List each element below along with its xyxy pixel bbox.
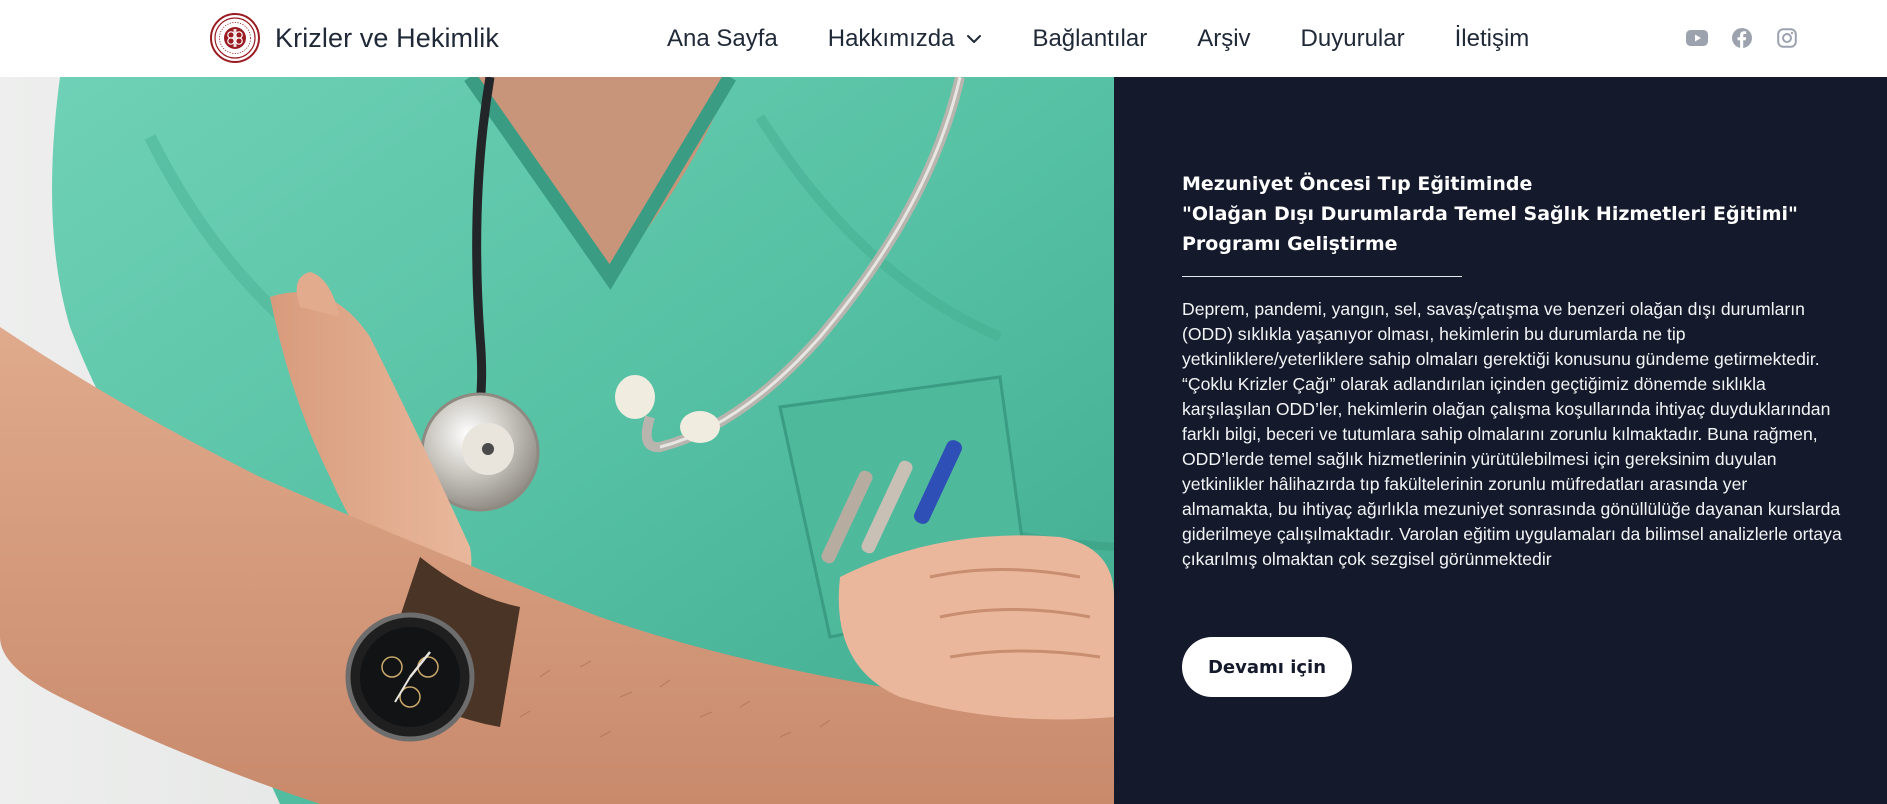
- nav-item-duyurular[interactable]: Duyurular: [1301, 25, 1405, 53]
- read-more-button[interactable]: Devamı için: [1182, 637, 1352, 697]
- nav-item-label: Arşiv: [1197, 24, 1251, 52]
- nav-item-label: İletişim: [1454, 24, 1530, 52]
- doctor-with-stethoscope-photo: [0, 77, 1114, 804]
- brand-home-link[interactable]: Krizler ve Hekimlik: [210, 12, 499, 64]
- hero-title-line: Mezuniyet Öncesi Tıp Eğitiminde: [1182, 173, 1533, 195]
- hero-title-line: Programı Geliştirme: [1182, 233, 1398, 255]
- main-nav: Ana Sayfa Hakkımızda Bağlantılar Arşiv D…: [667, 0, 1529, 77]
- brand-name: Krizler ve Hekimlik: [275, 22, 499, 53]
- social-links: [1685, 26, 1799, 50]
- read-more-label: Devamı için: [1207, 656, 1327, 678]
- hero-description: Deprem, pandemi, yangın, sel, savaş/çatı…: [1182, 299, 1842, 569]
- nav-item-label: Duyurular: [1300, 24, 1405, 52]
- nav-item-ana-sayfa[interactable]: Ana Sayfa: [667, 25, 778, 53]
- hero-text-panel: Mezuniyet Öncesi Tıp Eğitiminde "Olağan …: [1114, 77, 1887, 804]
- chevron-down-icon: [966, 34, 982, 44]
- instagram-icon[interactable]: [1775, 26, 1799, 50]
- nav-item-arsiv[interactable]: Arşiv: [1197, 25, 1250, 53]
- nav-item-label: Hakkımızda: [827, 24, 955, 52]
- nav-item-iletisim[interactable]: İletişim: [1455, 25, 1530, 53]
- facebook-icon[interactable]: [1730, 26, 1754, 50]
- hero-title: Mezuniyet Öncesi Tıp Eğitiminde "Olağan …: [1182, 169, 1822, 259]
- nav-item-label: Bağlantılar: [1032, 24, 1148, 52]
- nav-item-baglantilar[interactable]: Bağlantılar: [1032, 25, 1147, 53]
- youtube-icon[interactable]: [1685, 26, 1709, 50]
- title-divider: [1182, 276, 1462, 277]
- nav-item-hakkimizda[interactable]: Hakkımızda: [828, 25, 983, 53]
- hero-title-line: "Olağan Dışı Durumlarda Temel Sağlık Hiz…: [1182, 203, 1798, 225]
- nav-item-label: Ana Sayfa: [667, 24, 778, 52]
- site-header: Krizler ve Hekimlik Ana Sayfa Hakkımızda…: [0, 0, 1887, 77]
- university-seal-logo: [210, 13, 260, 63]
